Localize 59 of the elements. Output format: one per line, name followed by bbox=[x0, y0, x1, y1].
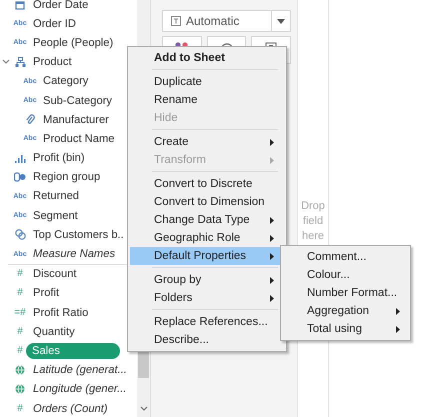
field-item[interactable]: People (People) bbox=[30, 34, 116, 51]
text-box-icon bbox=[171, 16, 181, 26]
group-icon bbox=[14, 172, 26, 182]
menu-item[interactable]: Rename bbox=[130, 91, 284, 109]
field-item[interactable]: Profit Ratio bbox=[30, 304, 92, 321]
menu-item[interactable]: Group by bbox=[130, 271, 284, 289]
selected-field-pill[interactable]: Sales bbox=[26, 342, 120, 359]
set-icon bbox=[14, 229, 26, 240]
menu-item[interactable]: Convert to Discrete bbox=[130, 175, 284, 193]
number-type-icon: # bbox=[17, 404, 23, 414]
number-type-icon: # bbox=[17, 326, 23, 337]
field-item[interactable]: Discount bbox=[30, 266, 80, 282]
menu-item[interactable]: Number Format... bbox=[281, 284, 410, 302]
hierarchy-icon bbox=[14, 56, 26, 68]
menu-item[interactable]: Geographic Role bbox=[130, 229, 284, 247]
menu-item[interactable]: Add to Sheet bbox=[130, 49, 284, 67]
field-item[interactable]: Segment bbox=[30, 208, 81, 224]
field-item[interactable]: Profit (bin) bbox=[30, 150, 88, 166]
menu-item[interactable]: Describe... bbox=[130, 331, 284, 349]
menu-item[interactable]: Convert to Dimension bbox=[130, 193, 284, 211]
field-item[interactable]: Longitude (gener... bbox=[30, 381, 130, 398]
dropdown-value: Automatic bbox=[186, 14, 240, 28]
drop-zone-hint: Drop field here bbox=[301, 199, 325, 244]
menu-item[interactable]: Colour... bbox=[281, 266, 410, 284]
number-type-icon: # bbox=[17, 288, 23, 298]
mark-type-dropdown[interactable]: Automatic bbox=[162, 10, 291, 32]
globe-icon bbox=[15, 384, 25, 394]
field-item[interactable]: Region group bbox=[30, 169, 104, 186]
field-item[interactable]: Order ID bbox=[30, 16, 79, 32]
field-item[interactable]: Manufacturer bbox=[40, 112, 112, 128]
field-item[interactable]: Measure Names bbox=[30, 246, 118, 262]
field-item[interactable]: Top Customers b.. bbox=[30, 226, 127, 243]
caret-down-icon bbox=[277, 18, 285, 24]
menu-item[interactable]: Replace References... bbox=[130, 313, 284, 331]
paperclip-icon bbox=[25, 114, 35, 126]
number-type-icon: # bbox=[17, 269, 23, 280]
field-item[interactable]: Latitude (generat... bbox=[30, 362, 130, 378]
field-item[interactable]: Product bbox=[30, 54, 75, 70]
number-type-icon: # bbox=[17, 346, 23, 356]
menu-item[interactable]: Duplicate bbox=[130, 73, 284, 91]
histogram-icon bbox=[14, 154, 26, 163]
calendar-icon bbox=[15, 0, 25, 10]
field-item[interactable]: Orders (Count) bbox=[30, 400, 111, 417]
field-item[interactable]: Returned bbox=[30, 188, 82, 204]
globe-icon bbox=[15, 365, 25, 376]
field-item[interactable]: Quantity bbox=[30, 324, 78, 340]
menu-item[interactable]: Comment... bbox=[281, 248, 410, 266]
menu-item[interactable]: Total using bbox=[281, 320, 410, 338]
number-type-icon: =# bbox=[14, 308, 26, 318]
chevron-down-icon[interactable] bbox=[140, 406, 148, 412]
field-item[interactable]: Category bbox=[40, 73, 92, 90]
menu-item[interactable]: Folders bbox=[130, 289, 284, 307]
menu-item[interactable]: Create bbox=[130, 133, 284, 151]
menu-item[interactable]: Change Data Type bbox=[130, 211, 284, 229]
field-item[interactable]: Profit bbox=[30, 285, 62, 302]
menu-item[interactable]: Aggregation bbox=[281, 302, 410, 320]
field-item[interactable]: Product Name bbox=[40, 130, 118, 147]
field-item[interactable]: Sub-Category bbox=[40, 92, 116, 109]
chevron-down-icon[interactable] bbox=[2, 59, 10, 66]
